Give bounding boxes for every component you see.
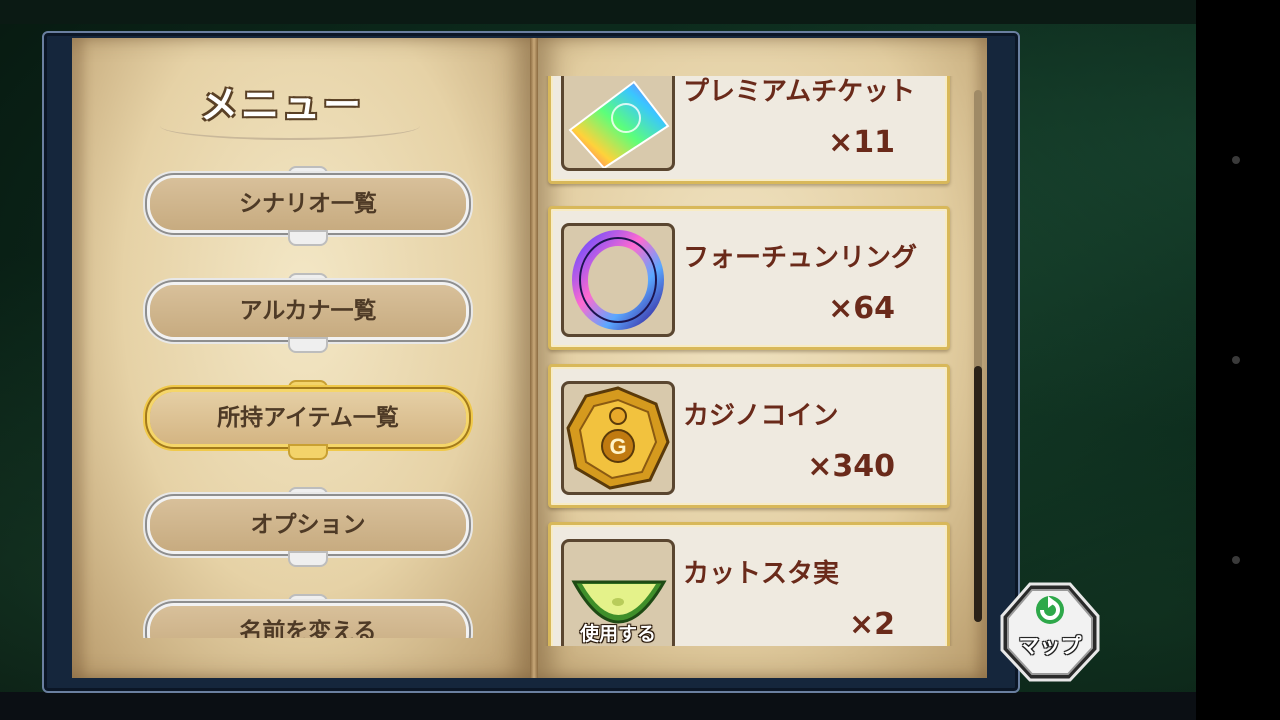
nav-dot[interactable] [1232, 156, 1240, 164]
use-item-button[interactable]: 使用する [566, 619, 670, 646]
menu-button-label: オプション [250, 512, 366, 538]
book-spine [530, 38, 538, 678]
scroll-thumb[interactable] [974, 366, 982, 622]
map-button-label: マップ [1018, 634, 1082, 658]
item-row[interactable]: プレミアムチケット ×11 [548, 76, 950, 184]
nav-dot[interactable] [1232, 556, 1240, 564]
map-button[interactable]: マップ [1000, 580, 1100, 684]
menu-button-label: 名前を変える [239, 619, 377, 638]
item-count: ×2 [848, 607, 895, 642]
item-count: ×340 [807, 449, 895, 484]
casino-coin-icon: G [561, 381, 675, 495]
menu-button-options[interactable]: オプション [138, 487, 478, 567]
menu-button-label: シナリオ一覧 [239, 191, 377, 217]
item-list[interactable]: プレミアムチケット ×11 フォーチュンリング ×64 G カジノコイン ×34… [540, 76, 960, 646]
menu-title-text: メニュー [200, 83, 365, 127]
menu-plate: 名前を変える [150, 606, 466, 638]
menu-plate: オプション [150, 499, 466, 551]
item-count: ×64 [828, 291, 895, 326]
ornament [288, 551, 328, 567]
nav-dot[interactable] [1232, 356, 1240, 364]
system-nav-bar [1196, 0, 1280, 720]
status-strip [0, 0, 1196, 24]
svg-text:G: G [609, 434, 626, 459]
menu-plate: シナリオ一覧 [150, 178, 466, 230]
menu-button-scenario-list[interactable]: シナリオ一覧 [138, 166, 478, 246]
ornament [288, 230, 328, 246]
menu-button-item-list[interactable]: 所持アイテム一覧 [138, 380, 478, 460]
bottom-strip [0, 692, 1196, 720]
item-count: ×11 [828, 125, 895, 160]
menu-button-label: 所持アイテム一覧 [217, 405, 399, 431]
item-row[interactable]: フォーチュンリング ×64 [548, 206, 950, 350]
melon-slice-icon: 使用する [561, 539, 675, 646]
rainbow-ticket-icon [561, 76, 675, 171]
item-name: フォーチュンリング [683, 243, 918, 273]
item-name: カジノコイン [683, 401, 839, 431]
menu-plate: 所持アイテム一覧 [150, 392, 466, 444]
menu-button-change-name[interactable]: 名前を変える [138, 594, 478, 638]
menu-title: メニュー [140, 70, 420, 140]
item-list-scrollbar[interactable] [974, 90, 982, 622]
item-name: プレミアムチケット [683, 77, 916, 107]
ornament [288, 444, 328, 460]
ornament [288, 337, 328, 353]
item-row[interactable]: G カジノコイン ×340 [548, 364, 950, 508]
item-row[interactable]: 使用する カットスタ実 ×2 [548, 522, 950, 646]
menu-button-arcana-list[interactable]: アルカナ一覧 [138, 273, 478, 353]
menu-button-label: アルカナ一覧 [239, 298, 377, 324]
item-name: カットスタ実 [683, 559, 840, 589]
menu-plate: アルカナ一覧 [150, 285, 466, 337]
fortune-ring-icon [561, 223, 675, 337]
menu-list: シナリオ一覧 アルカナ一覧 所持アイテム一覧 オプション 名前を変える [100, 160, 500, 638]
